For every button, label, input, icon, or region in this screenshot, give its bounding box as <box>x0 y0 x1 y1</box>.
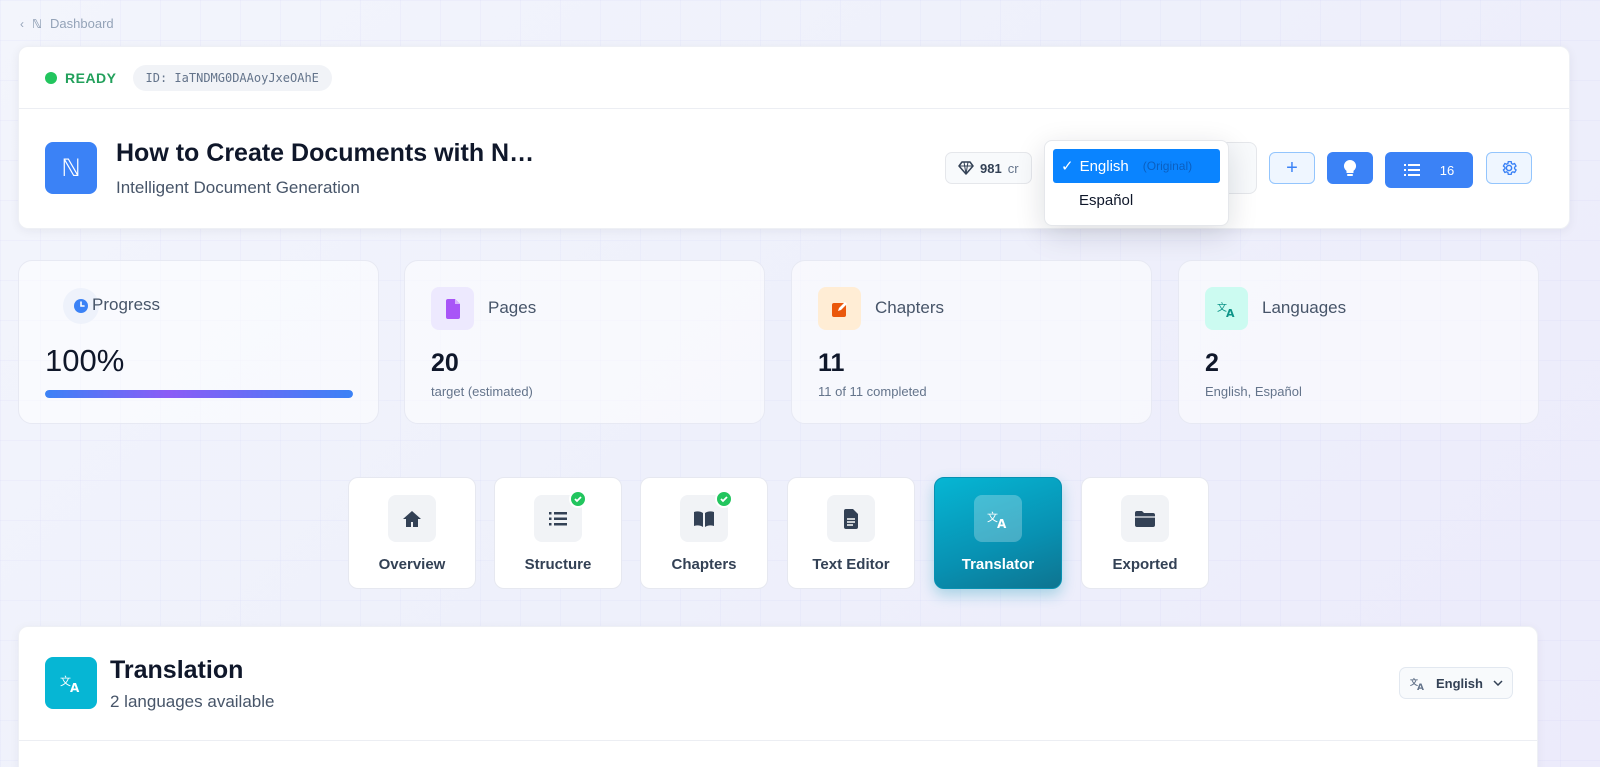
plus-icon: + <box>1286 156 1298 179</box>
home-icon <box>388 495 436 542</box>
language-option-label: English <box>1079 157 1129 175</box>
tab-label: Text Editor <box>812 556 890 573</box>
check-icon <box>715 490 733 508</box>
diamond-icon <box>958 161 974 175</box>
settings-button[interactable] <box>1486 152 1532 184</box>
progress-bar <box>45 390 353 398</box>
chapters-card: Chapters 11 11 of 11 completed <box>791 260 1152 424</box>
tab-overview[interactable]: Overview <box>348 477 476 589</box>
pages-value: 20 <box>431 349 459 377</box>
chapters-label: Chapters <box>875 298 944 317</box>
status-label: READY <box>65 69 117 86</box>
progress-label: Progress <box>92 295 161 314</box>
language-dropdown-menu: ✓ English (Original) Español <box>1044 140 1229 226</box>
translate-icon: 文A <box>1205 287 1248 330</box>
status-row: READY ID: IaTNDMG0DAAoyJxeOAhE <box>19 47 1569 109</box>
translate-icon: 文A <box>1410 677 1424 690</box>
add-button[interactable]: + <box>1269 152 1315 184</box>
svg-text:A: A <box>70 681 80 693</box>
section-subtitle: 2 languages available <box>110 692 275 711</box>
logo-icon: ℕ <box>32 16 43 31</box>
edit-icon <box>818 287 861 330</box>
svg-text:A: A <box>1226 307 1235 318</box>
document-icon <box>827 495 875 542</box>
pages-card: Pages 20 target (estimated) <box>404 260 765 424</box>
breadcrumb-dashboard-link[interactable]: Dashboard <box>50 16 114 31</box>
progress-value: 100% <box>45 343 125 378</box>
folder-icon <box>1121 495 1169 542</box>
tab-chapters[interactable]: Chapters <box>640 477 768 589</box>
tab-label: Structure <box>524 556 592 573</box>
outline-count: 16 <box>1439 162 1455 178</box>
credits-value: 981 <box>980 160 1002 176</box>
check-icon: ✓ <box>1061 158 1074 175</box>
languages-value: 2 <box>1205 349 1219 377</box>
credits-unit: cr <box>1007 160 1019 176</box>
languages-card: 文A Languages 2 English, Español <box>1178 260 1539 424</box>
svg-text:A: A <box>1417 683 1424 690</box>
translate-icon: 文A <box>974 495 1022 542</box>
chevron-left-icon[interactable]: ‹ <box>20 17 24 31</box>
translate-icon: 文A <box>45 657 97 709</box>
tab-label: Overview <box>378 556 446 573</box>
status-badge: READY <box>45 70 117 86</box>
progress-card: Progress 100% <box>18 260 379 424</box>
tab-exported[interactable]: Exported <box>1081 477 1209 589</box>
tab-text-editor[interactable]: Text Editor <box>787 477 915 589</box>
tab-label: Chapters <box>671 556 737 573</box>
translation-section: 文A Translation 2 languages available 文A … <box>18 626 1538 767</box>
languages-sub: English, Español <box>1205 384 1302 399</box>
svg-text:A: A <box>997 517 1007 529</box>
tab-label: Translator <box>961 556 1035 573</box>
page-title: How to Create Documents with N… <box>116 139 535 167</box>
file-icon <box>431 287 474 330</box>
chapters-value: 11 <box>818 349 845 377</box>
gear-icon <box>1502 160 1517 176</box>
logo-icon: ℕ <box>61 154 81 182</box>
document-logo: ℕ <box>45 142 97 194</box>
check-icon <box>569 490 587 508</box>
divider <box>19 740 1537 741</box>
ideas-button[interactable] <box>1327 152 1373 184</box>
tab-label: Exported <box>1112 556 1178 573</box>
breadcrumb[interactable]: ‹ ℕ Dashboard <box>20 16 114 31</box>
document-id-chip[interactable]: ID: IaTNDMG0DAAoyJxeOAhE <box>132 64 332 91</box>
progress-bar-fill <box>45 390 353 398</box>
language-option-english[interactable]: ✓ English (Original) <box>1053 149 1220 183</box>
pages-sub: target (estimated) <box>431 384 533 399</box>
pages-label: Pages <box>488 298 537 317</box>
title-row: ℕ How to Create Documents with N… Intell… <box>19 109 1569 229</box>
tab-translator[interactable]: 文A Translator <box>934 477 1062 589</box>
credits-badge[interactable]: 981 cr <box>945 152 1032 184</box>
outline-count-button[interactable]: 16 <box>1385 152 1473 188</box>
language-option-espanol[interactable]: Español <box>1053 183 1220 217</box>
status-dot-icon <box>45 71 57 84</box>
selected-language: English <box>1436 675 1483 691</box>
document-header-card: READY ID: IaTNDMG0DAAoyJxeOAhE ℕ How to … <box>18 46 1570 229</box>
tab-structure[interactable]: Structure <box>494 477 622 589</box>
lightbulb-icon <box>1343 159 1357 176</box>
original-tag: (Original) <box>1142 159 1193 173</box>
list-icon <box>1403 164 1420 176</box>
section-title: Translation <box>110 656 244 684</box>
page-subtitle: Intelligent Document Generation <box>116 178 360 197</box>
chevron-down-icon <box>1493 680 1503 686</box>
chapters-sub: 11 of 11 completed <box>818 384 927 399</box>
translation-language-select[interactable]: 文A English <box>1399 667 1513 699</box>
languages-label: Languages <box>1262 298 1347 317</box>
